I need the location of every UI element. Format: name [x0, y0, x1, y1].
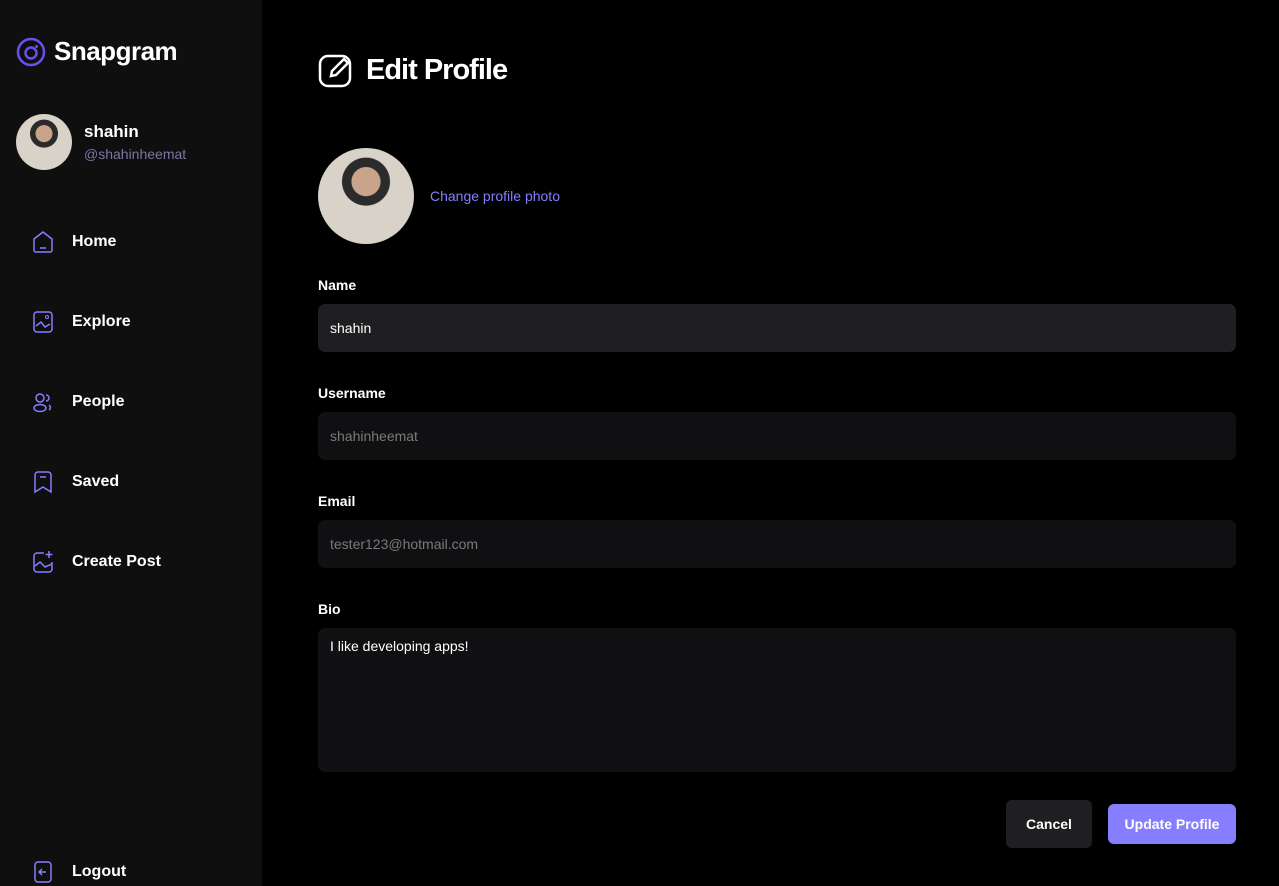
change-photo-link[interactable]: Change profile photo: [430, 188, 560, 204]
nav-home[interactable]: Home: [32, 230, 116, 254]
nav-label: Create Post: [72, 553, 161, 570]
nav-people[interactable]: People: [32, 390, 124, 414]
profile-photo[interactable]: [318, 148, 414, 244]
logo[interactable]: Snapgram: [16, 36, 178, 67]
page-header: Edit Profile: [318, 52, 508, 88]
user-handle: @shahinheemat: [84, 146, 187, 162]
sidebar: Snapgram shahin @shahinheemat Home Explo…: [0, 0, 262, 886]
page-title: Edit Profile: [366, 53, 508, 86]
user-name: shahin: [84, 122, 139, 141]
bio-label: Bio: [318, 601, 341, 617]
name-input[interactable]: shahin: [318, 304, 1236, 352]
logo-icon: [16, 37, 46, 66]
logout-label: Logout: [72, 863, 127, 880]
nav-saved[interactable]: Saved: [32, 470, 119, 494]
edit-icon: [318, 54, 352, 88]
cancel-button[interactable]: Cancel: [1006, 800, 1092, 848]
user-profile-link[interactable]: shahin @shahinheemat: [16, 114, 186, 170]
nav-explore[interactable]: Explore: [32, 310, 131, 334]
nav-label: People: [72, 393, 125, 410]
nav-label: Saved: [72, 473, 120, 490]
nav-label: Explore: [72, 313, 131, 330]
nav-create-post[interactable]: Create Post: [32, 550, 161, 574]
logout-button[interactable]: Logout: [32, 860, 126, 884]
name-label: Name: [318, 277, 357, 293]
bio-textarea[interactable]: I like developing apps!: [318, 628, 1236, 772]
profile-photo-section: Change profile photo: [318, 148, 560, 244]
username-input[interactable]: shahinheemat: [318, 412, 1236, 460]
gallery-add-icon: [33, 551, 53, 573]
email-label: Email: [318, 493, 356, 509]
app-name: Snapgram: [54, 36, 178, 66]
email-input[interactable]: tester123@hotmail.com: [318, 520, 1236, 568]
avatar: [16, 114, 72, 170]
username-label: Username: [318, 385, 386, 401]
home-icon: [33, 231, 53, 253]
nav-label: Home: [72, 233, 117, 250]
people-icon: [33, 393, 52, 413]
explore-icon: [33, 311, 53, 333]
logout-icon: [34, 861, 52, 883]
update-profile-button[interactable]: Update Profile: [1108, 804, 1236, 844]
bookmark-icon: [34, 471, 52, 494]
